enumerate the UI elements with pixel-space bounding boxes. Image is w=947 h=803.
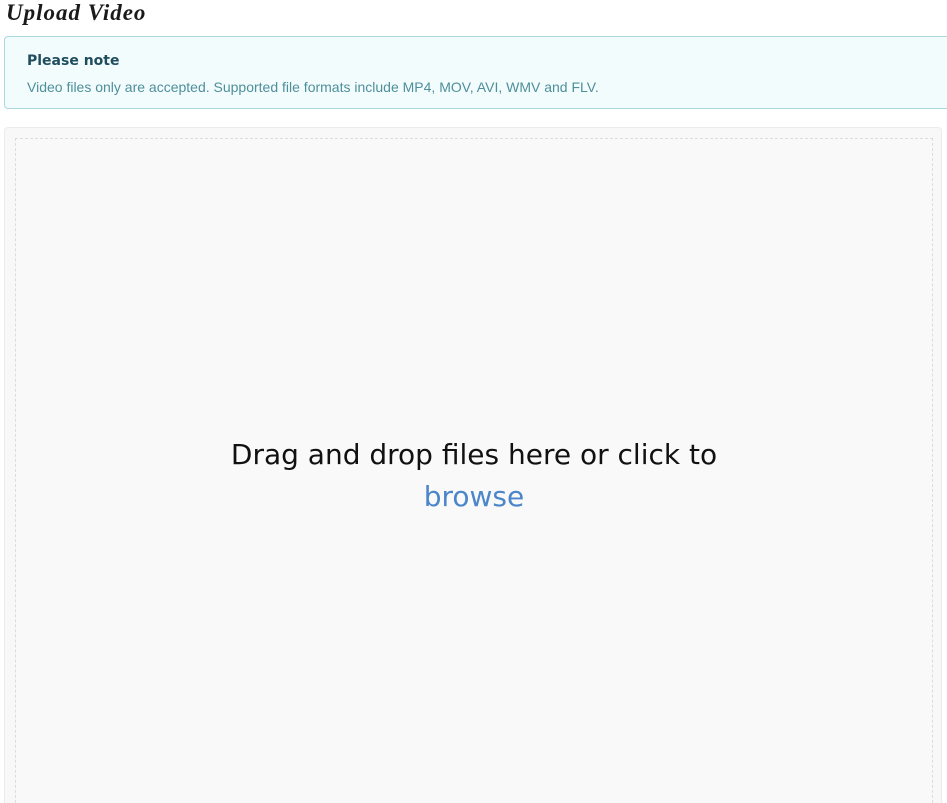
- alert-title: Please note: [27, 53, 120, 69]
- browse-link[interactable]: browse: [424, 480, 525, 513]
- dropzone-prompt: Drag and drop files here or click to: [230, 438, 718, 471]
- page-title: Upload Video: [6, 0, 147, 25]
- upload-panel: Drag and drop files here or click to bro…: [4, 127, 942, 803]
- dropzone-message: Drag and drop files here or click to bro…: [16, 434, 932, 518]
- info-alert: Please note Video files only are accepte…: [4, 36, 947, 109]
- file-dropzone[interactable]: Drag and drop files here or click to bro…: [15, 138, 933, 803]
- alert-message: Video files only are accepted. Supported…: [27, 79, 599, 95]
